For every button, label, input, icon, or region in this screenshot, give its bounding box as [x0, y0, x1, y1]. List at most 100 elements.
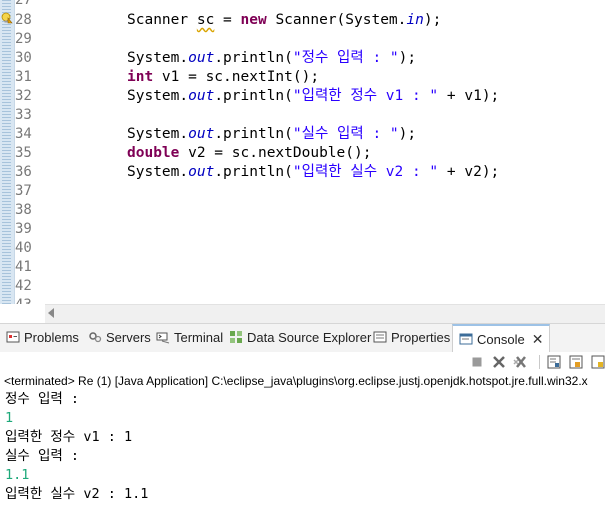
field-token: out [188, 50, 215, 66]
code-token: = [214, 12, 241, 28]
line-number: 27 [15, 0, 32, 8]
line-number: 36 [15, 164, 32, 180]
line-number: 33 [15, 107, 32, 123]
line-number: 40 [15, 240, 32, 256]
terminal-icon [156, 332, 170, 344]
line-number: 39 [15, 221, 32, 237]
line-number: 38 [15, 202, 32, 218]
console-input-line: 1 [5, 410, 14, 426]
line-number: 29 [15, 31, 32, 47]
code-token: System. [127, 126, 189, 142]
remove-all-icon [513, 356, 526, 368]
line-number: 42 [15, 278, 32, 294]
tab-label: Terminal [174, 330, 224, 345]
code-token: ); [398, 50, 417, 66]
code-line-31[interactable]: int v1 = sc.nextInt(); [127, 68, 319, 87]
string-token: "실수 입력 : " [292, 126, 399, 142]
remove-icon [493, 356, 505, 368]
code-token: Scanner(System. [266, 12, 407, 28]
code-token: ); [398, 126, 417, 142]
line-number: 32 [15, 88, 32, 104]
editor-corner [0, 304, 45, 322]
code-editor[interactable]: 27 28 29 30 31 32 33 34 35 36 37 38 39 4… [0, 0, 605, 304]
line-number: 37 [15, 183, 32, 199]
tab-label: Properties [391, 330, 451, 345]
keyword-token: double [127, 145, 180, 161]
string-token: "정수 입력 : " [292, 50, 399, 66]
string-token: "입력한 실수 v2 : " [292, 164, 439, 180]
code-token: + v1); [438, 88, 500, 104]
code-token: .println( [214, 164, 293, 180]
remove-launch-button[interactable] [490, 353, 508, 371]
code-line-28[interactable]: Scanner sc = new Scanner(System.in); [127, 11, 441, 30]
code-token: v1 = sc.nextInt(); [153, 69, 320, 85]
scroll-lock-button[interactable] [545, 353, 563, 371]
console-toolbar [0, 352, 605, 372]
tab-terminal[interactable]: Terminal [156, 324, 223, 352]
line-number: 28 [15, 12, 32, 28]
code-line-30[interactable]: System.out.println("정수 입력 : "); [127, 49, 416, 68]
field-token: in [406, 12, 424, 28]
word-wrap-button[interactable] [567, 353, 585, 371]
console-input-line: 1.1 [5, 467, 30, 483]
annotation-ruler [0, 0, 15, 304]
tab-label: Data Source Explorer [247, 330, 372, 345]
console-launch-status: <terminated> Re (1) [Java Application] C… [4, 374, 588, 388]
string-token: "입력한 정수 v1 : " [292, 88, 439, 104]
field-token: out [188, 126, 215, 142]
tab-data-source-explorer[interactable]: Data Source Explorer [229, 324, 371, 352]
terminate-button[interactable] [468, 353, 486, 371]
line-number: 43 [15, 296, 39, 304]
warning-variable-token: sc [196, 12, 215, 28]
horizontal-scrollbar[interactable] [45, 304, 605, 323]
tab-console[interactable]: Console ✕ [452, 324, 551, 353]
code-token: System. [127, 88, 189, 104]
console-line: 정수 입력 : [5, 391, 80, 407]
tab-problems[interactable]: Problems [6, 324, 79, 352]
code-token: .println( [214, 50, 293, 66]
code-token: + v2); [438, 164, 500, 180]
data-source-icon [230, 331, 242, 343]
pin-console-button[interactable] [589, 353, 605, 371]
field-token: out [188, 164, 215, 180]
code-token: v2 = sc.nextDouble(); [179, 145, 372, 161]
tab-label: Console [477, 332, 525, 347]
tab-label: Problems [24, 330, 79, 345]
keyword-token: int [127, 69, 154, 85]
console-line: 입력한 정수 v1 : 1 [5, 429, 133, 445]
console-line: 실수 입력 : [5, 448, 80, 464]
code-line-36[interactable]: System.out.println("입력한 실수 v2 : " + v2); [127, 163, 499, 182]
remove-all-terminated-button[interactable] [512, 353, 530, 371]
word-wrap-icon [569, 355, 583, 369]
scroll-left-arrow-icon[interactable] [48, 308, 54, 318]
views-tab-bar: Problems Servers Terminal Data Source Ex… [0, 323, 605, 353]
warning-lightbulb-icon[interactable] [1, 12, 13, 24]
code-line-35[interactable]: double v2 = sc.nextDouble(); [127, 144, 371, 163]
field-token: out [188, 88, 215, 104]
line-number: 41 [15, 259, 32, 275]
type-token: Scanner [127, 12, 189, 28]
code-token: System. [127, 50, 189, 66]
console-line: 입력한 실수 v2 : 1.1 [5, 486, 149, 502]
tab-label: Servers [106, 330, 151, 345]
line-number: 35 [15, 145, 32, 161]
code-line-34[interactable]: System.out.println("실수 입력 : "); [127, 125, 416, 144]
close-icon[interactable]: ✕ [532, 326, 544, 352]
code-line-32[interactable]: System.out.println("입력한 정수 v1 : " + v1); [127, 87, 499, 106]
stop-icon [472, 357, 482, 367]
code-token: System. [127, 164, 189, 180]
tab-servers[interactable]: Servers [88, 324, 151, 352]
pin-console-icon [591, 355, 605, 369]
console-view[interactable]: <terminated> Re (1) [Java Application] C… [0, 352, 605, 515]
line-number: 30 [15, 50, 32, 66]
line-number: 34 [15, 126, 32, 142]
console-icon [459, 333, 473, 345]
ruler-marks [2, 0, 11, 304]
properties-icon [373, 331, 387, 343]
servers-icon [89, 332, 102, 343]
line-number: 31 [15, 69, 32, 85]
scroll-lock-icon [547, 355, 561, 369]
problems-icon [6, 331, 20, 343]
code-token: .println( [214, 88, 293, 104]
tab-properties[interactable]: Properties [373, 324, 450, 352]
